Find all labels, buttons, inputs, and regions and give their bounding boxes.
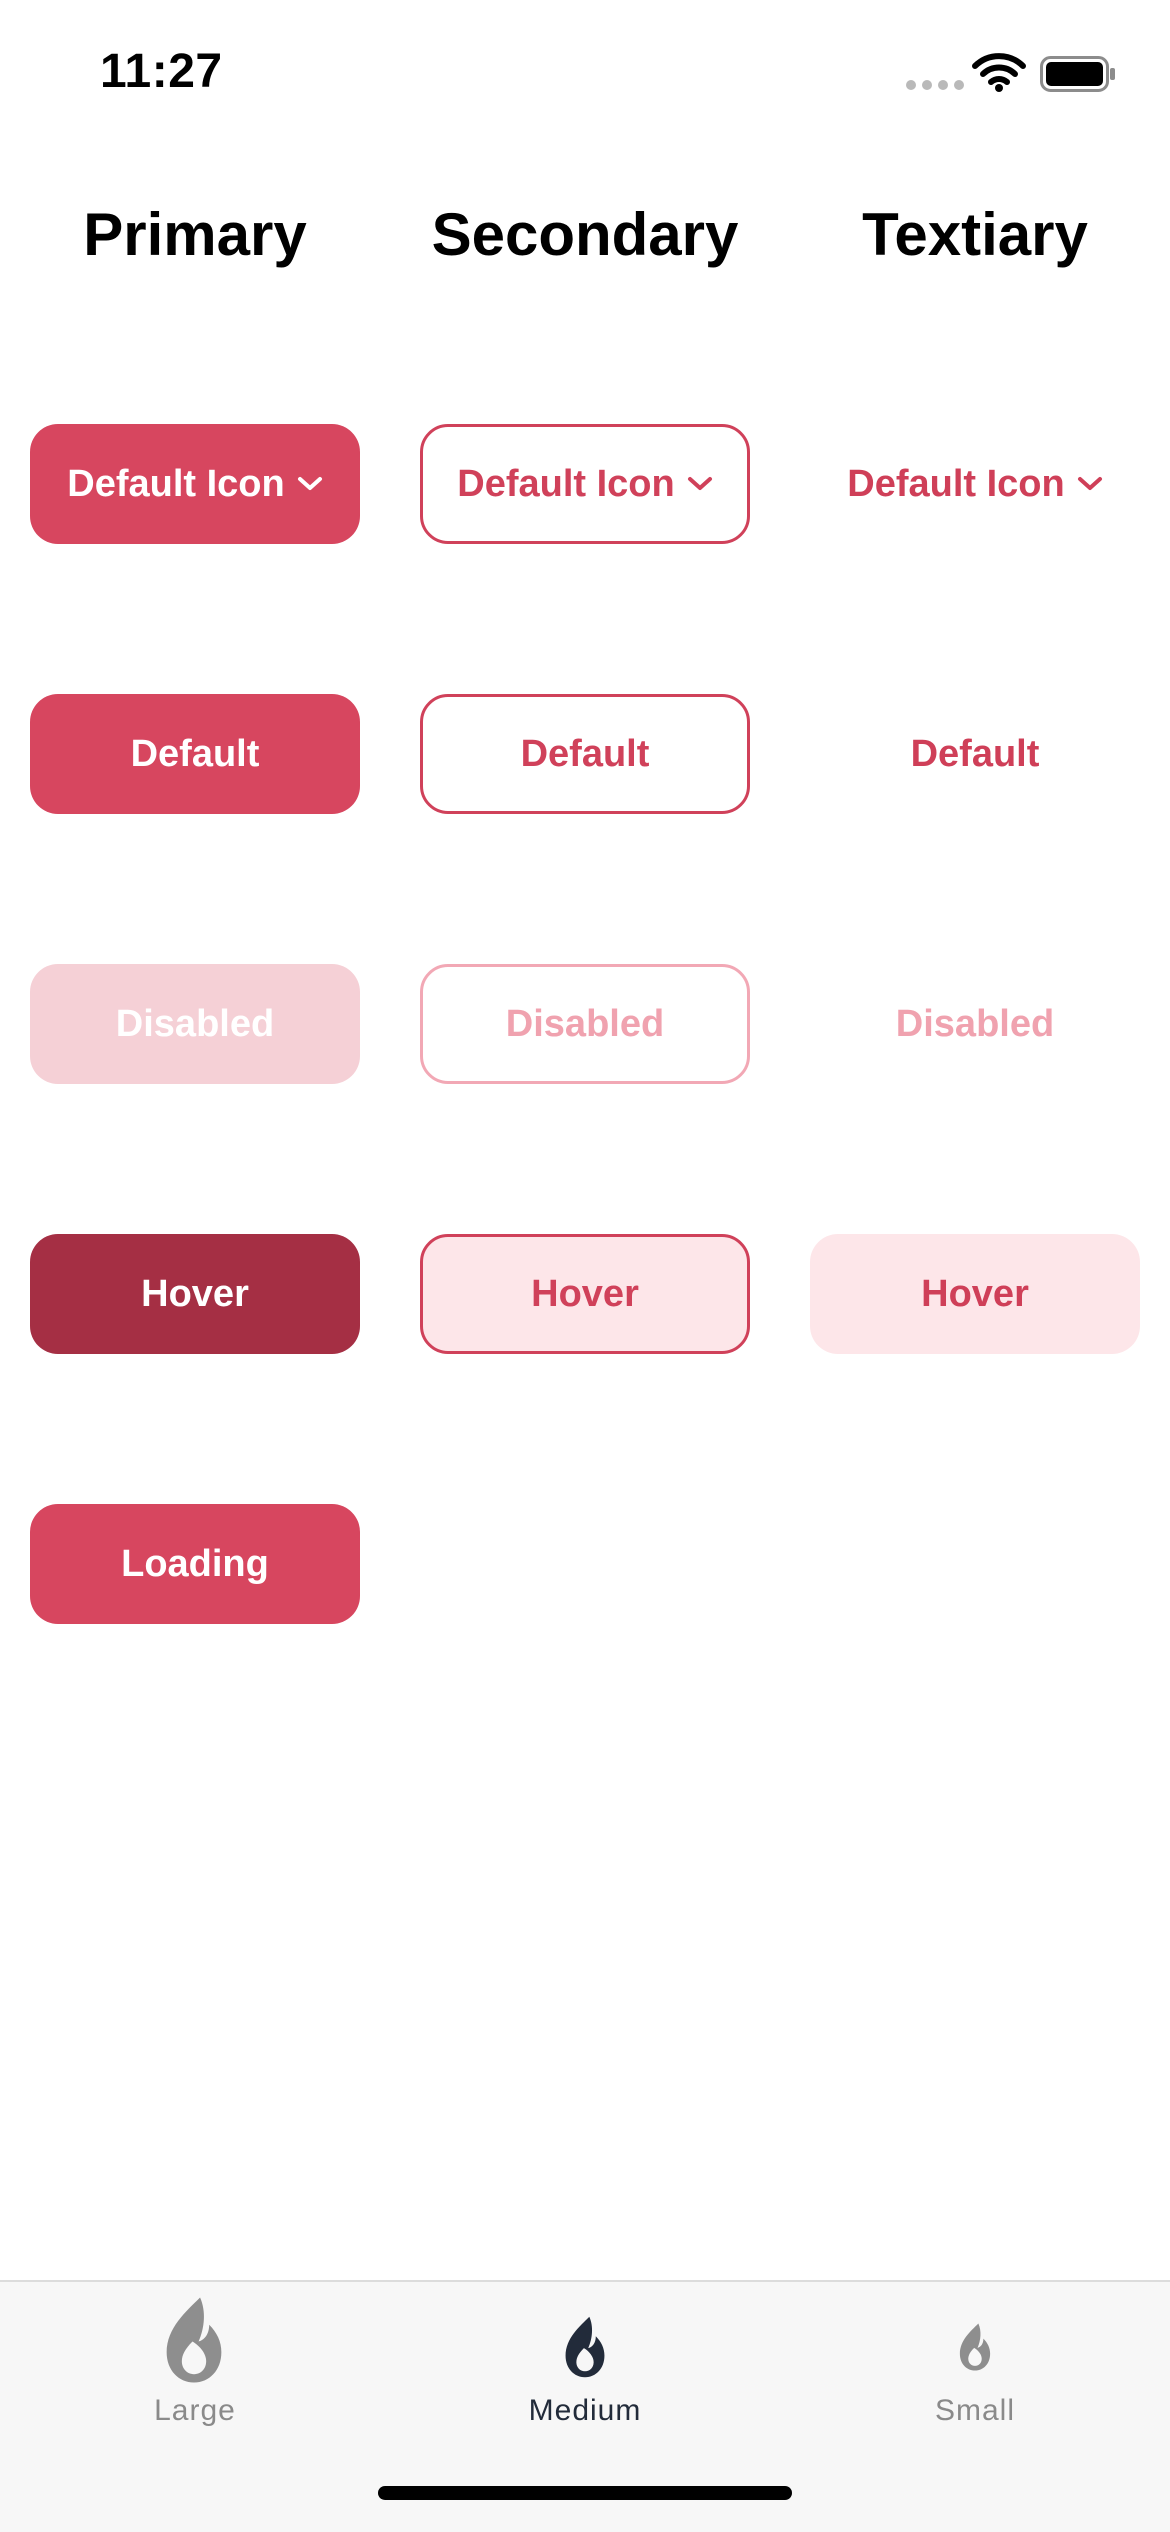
button-label: Default Icon <box>67 462 285 505</box>
button-label: Loading <box>121 1542 269 1585</box>
wifi-icon <box>972 53 1026 92</box>
button-label: Default <box>520 732 650 775</box>
button-label: Disabled <box>505 1002 665 1045</box>
tab-large[interactable]: Large <box>0 2282 390 2462</box>
button-label: Default Icon <box>457 462 675 505</box>
button-label: Disabled <box>115 1002 275 1045</box>
status-bar: 11:27 <box>0 0 1170 150</box>
secondary-default-icon-button[interactable]: Default Icon <box>420 424 750 544</box>
tertiary-default-button[interactable]: Default <box>810 694 1140 814</box>
tab-medium[interactable]: Medium <box>390 2282 780 2462</box>
button-label: Default Icon <box>847 462 1065 505</box>
button-label: Disabled <box>895 1002 1055 1045</box>
chevron-down-icon <box>1077 477 1102 490</box>
primary-default-icon-button[interactable]: Default Icon <box>30 424 360 544</box>
flame-icon <box>959 2323 991 2371</box>
button-label: Default <box>130 732 260 775</box>
secondary-disabled-button: Disabled <box>420 964 750 1084</box>
secondary-heading: Secondary <box>431 201 739 268</box>
button-label: Hover <box>531 1272 639 1315</box>
primary-hover-button[interactable]: Hover <box>30 1234 360 1354</box>
tertiary-default-icon-button[interactable]: Default Icon <box>810 424 1140 544</box>
signal-dots-icon <box>906 80 964 92</box>
tab-label: Small <box>934 2394 1015 2427</box>
tertiary-disabled-button: Disabled <box>810 964 1140 1084</box>
secondary-hover-button[interactable]: Hover <box>420 1234 750 1354</box>
button-label: Default <box>910 732 1040 775</box>
flame-icon <box>565 2316 605 2378</box>
home-indicator <box>378 2486 792 2500</box>
chevron-down-icon <box>687 477 712 490</box>
flame-icon <box>166 2297 222 2383</box>
status-time: 11:27 <box>100 45 223 98</box>
tertiary-heading: Textiary <box>862 201 1088 268</box>
primary-default-button[interactable]: Default <box>30 694 360 814</box>
primary-heading: Primary <box>83 201 307 268</box>
chevron-down-icon <box>297 477 322 490</box>
battery-icon <box>1040 56 1115 92</box>
tertiary-hover-button[interactable]: Hover <box>810 1234 1140 1354</box>
button-label: Hover <box>141 1272 249 1315</box>
button-label: Hover <box>921 1272 1029 1315</box>
tab-label: Medium <box>528 2394 642 2427</box>
primary-disabled-button: Disabled <box>30 964 360 1084</box>
primary-loading-button[interactable]: Loading <box>30 1504 360 1624</box>
secondary-default-button[interactable]: Default <box>420 694 750 814</box>
tab-label: Large <box>154 2394 236 2427</box>
tab-small[interactable]: Small <box>780 2282 1170 2462</box>
